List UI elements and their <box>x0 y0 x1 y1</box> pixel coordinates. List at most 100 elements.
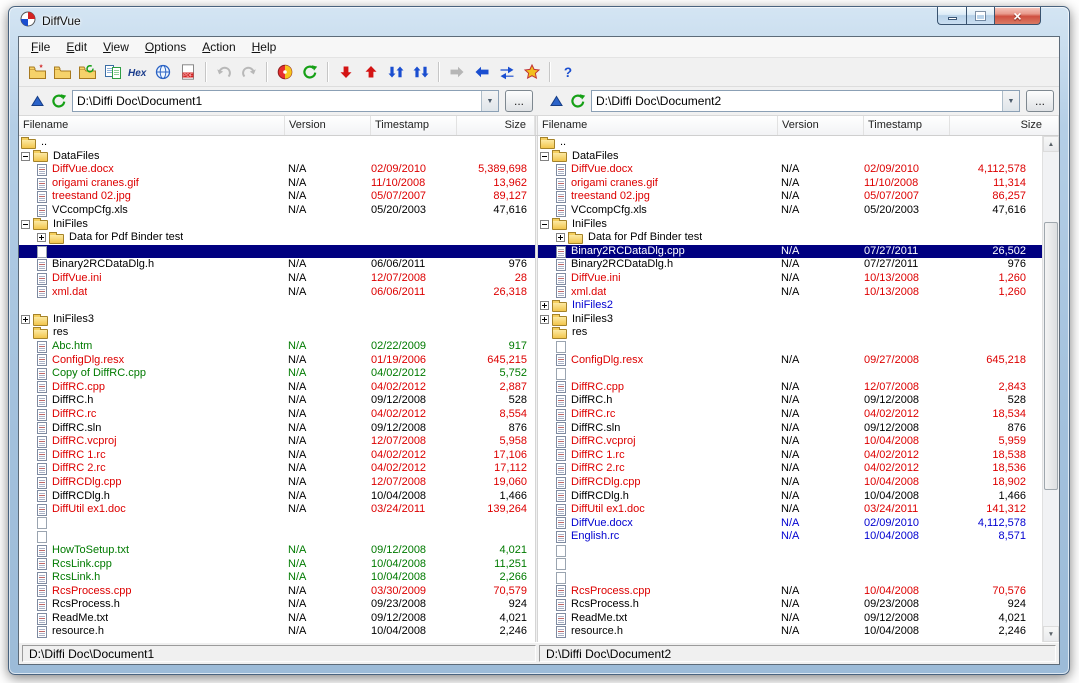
hex-view-button[interactable]: Hex <box>125 60 150 84</box>
blank-row[interactable] <box>538 340 1042 354</box>
file-row[interactable]: DiffRC.rcN/A04/02/20128,554 <box>19 408 535 422</box>
right-browse-button[interactable]: ... <box>1026 90 1054 112</box>
file-row[interactable]: DiffVue.iniN/A12/07/200828 <box>19 272 535 286</box>
undo-button[interactable] <box>211 60 236 84</box>
expand-box-collapsed[interactable] <box>556 233 565 242</box>
expand-box-expanded[interactable] <box>540 152 549 161</box>
folder-row[interactable]: DataFiles <box>538 150 1042 164</box>
blank-row[interactable] <box>19 299 535 313</box>
blank-row[interactable] <box>19 245 535 259</box>
file-row[interactable]: DiffRCDlg.cppN/A12/07/200819,060 <box>19 476 535 490</box>
file-row[interactable]: Copy of DiffRC.cppN/A04/02/20125,752 <box>19 367 535 381</box>
menu-item-action[interactable]: Action <box>194 37 243 57</box>
copy-right-button[interactable] <box>444 60 469 84</box>
file-row[interactable]: DiffRC.cppN/A04/02/20122,887 <box>19 381 535 395</box>
right-path-input[interactable] <box>592 91 1002 111</box>
sync-button[interactable] <box>494 60 519 84</box>
favorites-button[interactable] <box>519 60 544 84</box>
file-row[interactable]: DiffVue.docxN/A02/09/20104,112,578 <box>538 163 1042 177</box>
expand-box-expanded[interactable] <box>21 152 30 161</box>
file-row[interactable]: DiffRC.rcN/A04/02/201218,534 <box>538 408 1042 422</box>
file-row[interactable]: DiffRC 1.rcN/A04/02/201218,538 <box>538 449 1042 463</box>
next-diff-button[interactable] <box>333 60 358 84</box>
refresh-folders-button[interactable] <box>75 60 100 84</box>
blank-row[interactable] <box>538 544 1042 558</box>
blank-row[interactable] <box>19 530 535 544</box>
file-row[interactable]: DiffRC 2.rcN/A04/02/201218,536 <box>538 462 1042 476</box>
file-row[interactable]: DiffUtil ex1.docN/A03/24/2011139,264 <box>19 503 535 517</box>
file-row[interactable]: DiffRC.slnN/A09/12/2008876 <box>19 421 535 435</box>
folder-row[interactable]: IniFiles3 <box>538 313 1042 327</box>
menu-item-help[interactable]: Help <box>244 37 285 57</box>
folder-row[interactable]: res <box>538 326 1042 340</box>
blank-row[interactable] <box>538 557 1042 571</box>
compare-folders-button[interactable]: * <box>25 60 50 84</box>
prev-diff-button[interactable] <box>358 60 383 84</box>
file-row[interactable]: RcsLink.cppN/A10/04/200811,251 <box>19 557 535 571</box>
up-directory-row[interactable]: .. <box>19 136 535 150</box>
column-header-version[interactable]: Version <box>778 116 864 135</box>
file-row[interactable]: DiffVue.iniN/A10/13/20081,260 <box>538 272 1042 286</box>
scrollbar-thumb[interactable] <box>1044 222 1058 490</box>
menu-item-view[interactable]: View <box>95 37 137 57</box>
scrollbar-track[interactable] <box>1043 152 1059 626</box>
file-row[interactable]: DiffRC.vcprojN/A10/04/20085,959 <box>538 435 1042 449</box>
column-header-filename[interactable]: Filename <box>19 116 285 135</box>
expand-box-collapsed[interactable] <box>37 233 46 242</box>
file-row[interactable]: xml.datN/A06/06/201126,318 <box>19 286 535 300</box>
expand-box-collapsed[interactable] <box>21 315 30 324</box>
file-row[interactable]: resource.hN/A10/04/20082,246 <box>19 625 535 639</box>
left-up-one-level-button[interactable] <box>28 93 46 110</box>
file-row[interactable]: ConfigDlg.resxN/A09/27/2008645,218 <box>538 354 1042 368</box>
file-row[interactable]: RcsProcess.cppN/A03/30/200970,579 <box>19 585 535 599</box>
right-refresh-path-button[interactable] <box>569 93 587 110</box>
file-row[interactable]: VCcompCfg.xlsN/A05/20/200347,616 <box>19 204 535 218</box>
folder-row[interactable]: IniFiles <box>538 218 1042 232</box>
folder-row[interactable]: DataFiles <box>19 150 535 164</box>
refresh-button[interactable] <box>297 60 322 84</box>
blank-row[interactable] <box>19 517 535 531</box>
menu-item-edit[interactable]: Edit <box>58 37 95 57</box>
left-browse-button[interactable]: ... <box>505 90 533 112</box>
file-row[interactable]: ConfigDlg.resxN/A01/19/2006645,215 <box>19 354 535 368</box>
file-row[interactable]: xml.datN/A10/13/20081,260 <box>538 286 1042 300</box>
column-header-filename[interactable]: Filename <box>538 116 778 135</box>
menu-item-options[interactable]: Options <box>137 37 194 57</box>
file-row[interactable]: treestand 02.jpgN/A05/07/200786,257 <box>538 190 1042 204</box>
expand-box-expanded[interactable] <box>540 220 549 229</box>
file-row[interactable]: Binary2RCDataDlg.cppN/A07/27/201126,502 <box>538 245 1042 259</box>
file-row[interactable]: resource.hN/A10/04/20082,246 <box>538 625 1042 639</box>
file-row[interactable]: RcsProcess.hN/A09/23/2008924 <box>19 598 535 612</box>
file-row[interactable]: DiffRCDlg.hN/A10/04/20081,466 <box>19 489 535 503</box>
stop-button[interactable] <box>272 60 297 84</box>
blank-row[interactable] <box>538 367 1042 381</box>
file-row[interactable]: DiffRC 1.rcN/A04/02/201217,106 <box>19 449 535 463</box>
column-header-size[interactable]: Size <box>950 116 1059 135</box>
compare-files-button[interactable] <box>100 60 125 84</box>
web-view-button[interactable] <box>150 60 175 84</box>
folder-row[interactable]: Data for Pdf Binder test <box>19 231 535 245</box>
file-row[interactable]: ReadMe.txtN/A09/12/20084,021 <box>538 612 1042 626</box>
up-directory-row[interactable]: .. <box>538 136 1042 150</box>
blank-row[interactable] <box>538 571 1042 585</box>
file-row[interactable]: RcsProcess.cppN/A10/04/200870,576 <box>538 585 1042 599</box>
folder-row[interactable]: IniFiles <box>19 218 535 232</box>
file-row[interactable]: DiffRCDlg.hN/A10/04/20081,466 <box>538 489 1042 503</box>
close-button[interactable]: × <box>994 7 1041 25</box>
right-path-dropdown-button[interactable]: ▼ <box>1002 91 1019 111</box>
redo-button[interactable] <box>236 60 261 84</box>
titlebar[interactable]: DiffVue <box>9 7 1069 35</box>
file-row[interactable]: DiffVue.docxN/A02/09/20104,112,578 <box>538 517 1042 531</box>
left-path-dropdown-button[interactable]: ▼ <box>481 91 498 111</box>
file-row[interactable]: Binary2RCDataDlg.hN/A06/06/2011976 <box>19 258 535 272</box>
file-row[interactable]: DiffVue.docxN/A02/09/20105,389,698 <box>19 163 535 177</box>
folder-row[interactable]: IniFiles2 <box>538 299 1042 313</box>
column-header-timestamp[interactable]: Timestamp <box>864 116 950 135</box>
pdf-export-button[interactable]: PDF <box>175 60 200 84</box>
file-row[interactable]: origami cranes.gifN/A11/10/200813,962 <box>19 177 535 191</box>
file-row[interactable]: DiffRC.vcprojN/A12/07/20085,958 <box>19 435 535 449</box>
right-up-one-level-button[interactable] <box>547 93 565 110</box>
copy-left-button[interactable] <box>469 60 494 84</box>
file-row[interactable]: DiffRC.hN/A09/12/2008528 <box>19 394 535 408</box>
menu-item-file[interactable]: File <box>23 37 58 57</box>
